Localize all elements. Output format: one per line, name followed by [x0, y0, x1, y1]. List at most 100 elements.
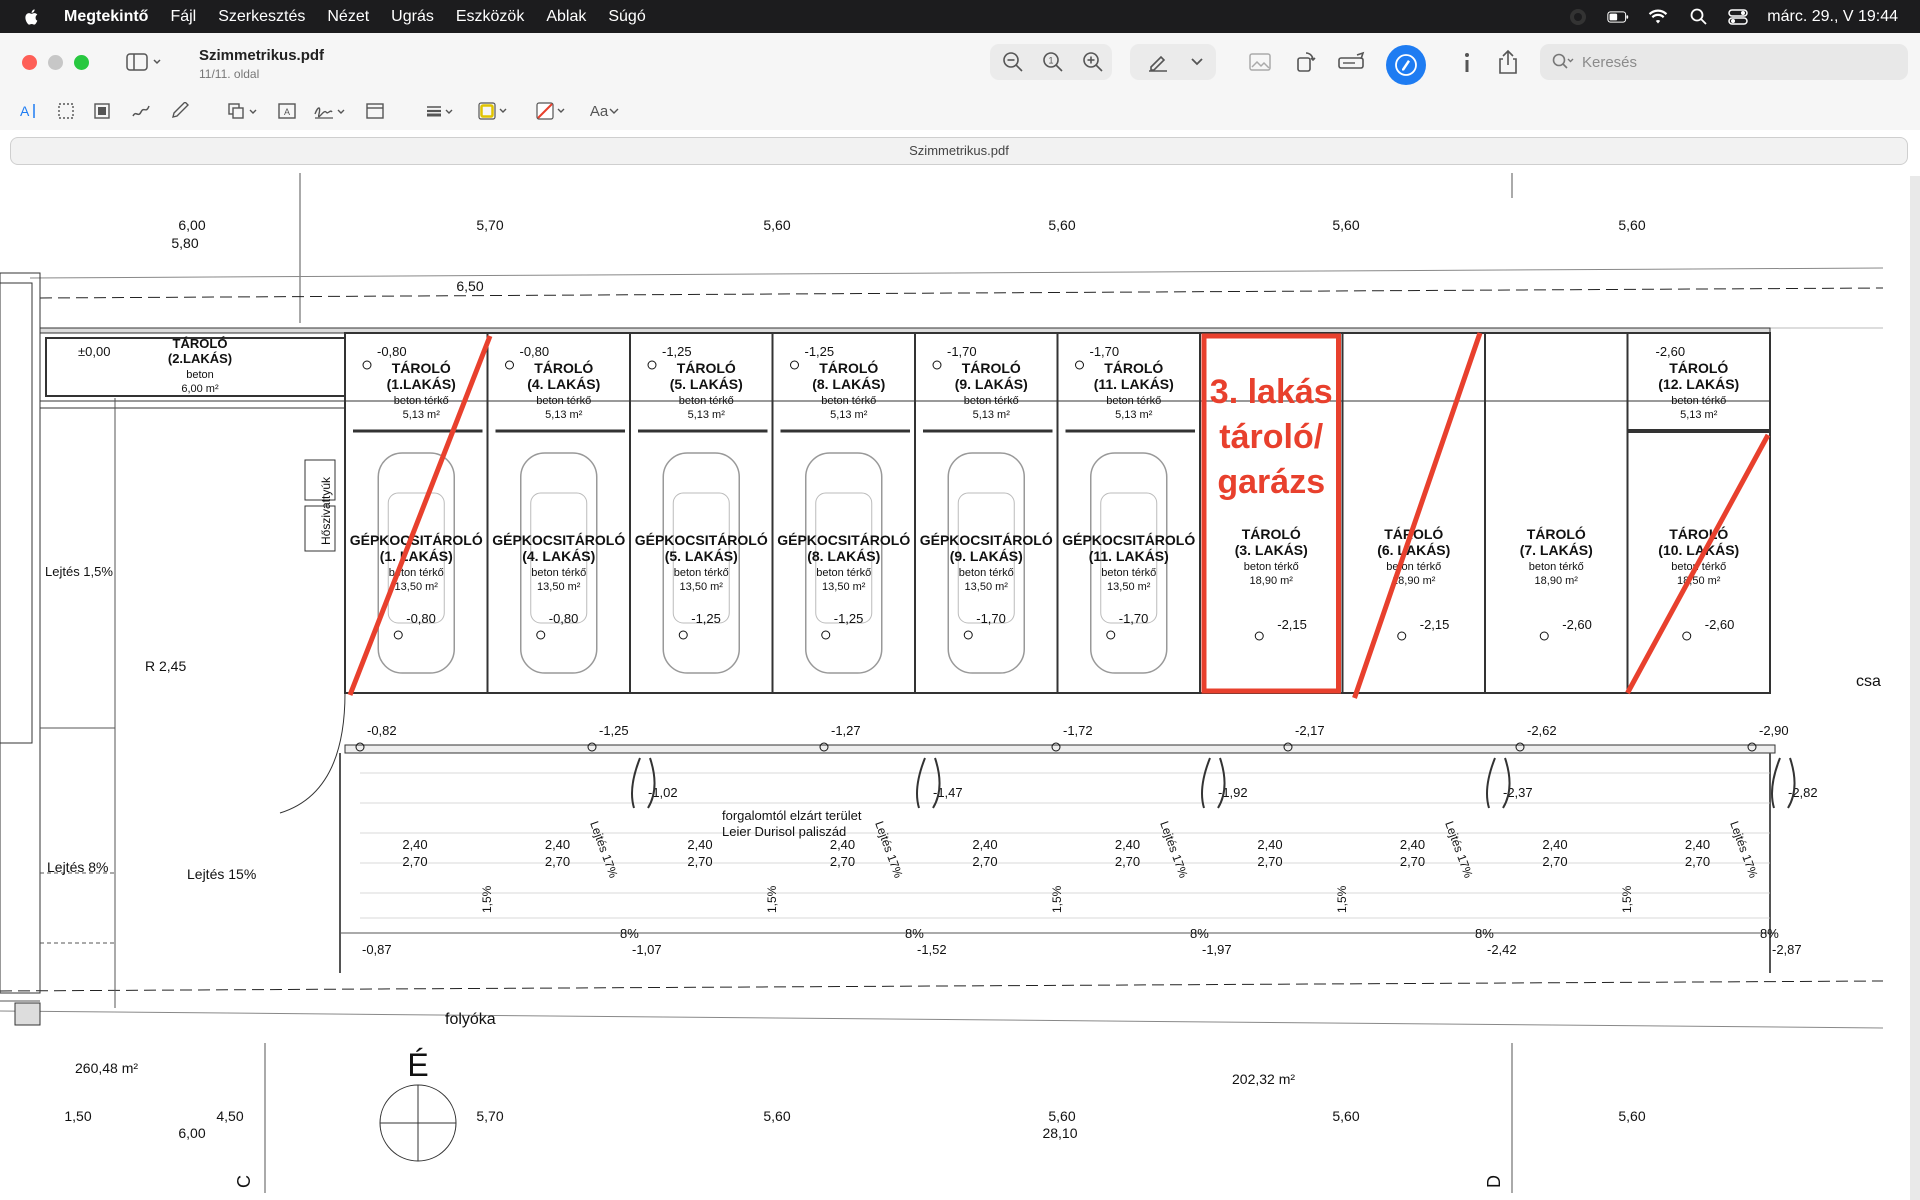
storage-flat: (5. LAKÁS)	[670, 376, 743, 392]
text-selection-tool[interactable]: A	[18, 99, 40, 123]
storage-title: TÁROLÓ	[819, 359, 878, 376]
highlight-button[interactable]	[1138, 46, 1178, 78]
status-circle-icon[interactable]	[1567, 7, 1589, 27]
vertical-scrollbar[interactable]	[1910, 176, 1920, 1200]
bottom-level: -2,87	[1772, 942, 1802, 957]
apple-icon[interactable]	[22, 7, 42, 27]
font-icon: Aa	[589, 102, 609, 120]
sketch-tool[interactable]	[130, 99, 154, 123]
dim-270: 2,70	[1257, 854, 1282, 869]
large-storage-level: -2,15	[1277, 617, 1307, 632]
bottom-left-dim-600: 6,00	[178, 1125, 205, 1141]
dim-top-570: 5,70	[476, 217, 503, 233]
document-title: Szimmetrikus.pdf	[199, 47, 325, 64]
battery-icon[interactable]	[1607, 7, 1629, 27]
shapes-tool[interactable]	[226, 99, 262, 123]
draw-tool[interactable]	[170, 99, 194, 123]
road-level: -0,82	[367, 723, 397, 738]
form-button[interactable]	[1332, 46, 1372, 78]
fill-color-tool[interactable]	[534, 99, 570, 123]
border-color-tool[interactable]	[476, 99, 512, 123]
highlight-options-button[interactable]	[1184, 46, 1210, 78]
road-level: -2,17	[1295, 723, 1325, 738]
storage-2-material: beton	[186, 369, 214, 381]
drain-inlet	[1486, 757, 1511, 809]
note-icon	[366, 103, 384, 119]
dim-270: 2,70	[1542, 854, 1567, 869]
share-button[interactable]	[1492, 46, 1524, 78]
search-icon	[1552, 53, 1574, 69]
note-tool[interactable]	[364, 99, 386, 123]
menu-view[interactable]: Nézet	[327, 8, 369, 26]
zoom-out-button[interactable]	[996, 46, 1030, 78]
storage-flat: (4. LAKÁS)	[527, 376, 600, 392]
sign-tool[interactable]	[312, 99, 350, 123]
actual-size-button[interactable]: 1	[1036, 46, 1070, 78]
search-field[interactable]	[1540, 44, 1908, 80]
garage-flat: (4. LAKÁS)	[522, 548, 595, 564]
large-storage-flat: (3. LAKÁS)	[1235, 542, 1308, 558]
garage-material: beton térkő	[531, 567, 586, 579]
wifi-icon[interactable]	[1647, 7, 1669, 27]
slope-label: 1,5%	[1050, 885, 1064, 913]
traffic-note-2: Leier Durisol paliszád	[722, 824, 846, 839]
document-tab[interactable]: Szimmetrikus.pdf	[10, 137, 1908, 165]
garage-title: GÉPKOCSITÁROLÓ	[777, 531, 910, 548]
sidebar-toggle-button[interactable]	[122, 46, 168, 78]
menu-window[interactable]: Ablak	[546, 8, 586, 26]
form-icon	[1338, 51, 1365, 69]
slope-8-label: 8%	[1190, 926, 1209, 941]
text-box-tool[interactable]: A	[276, 99, 298, 123]
spotlight-search-icon[interactable]	[1687, 7, 1709, 27]
control-center-icon[interactable]	[1727, 7, 1749, 27]
draw-icon	[172, 102, 189, 118]
menu-app-name[interactable]: Megtekintő	[64, 8, 148, 26]
menu-tools[interactable]: Eszközök	[456, 8, 524, 26]
close-window-button[interactable]	[22, 55, 37, 70]
bottom-level: -1,52	[917, 942, 947, 957]
menu-edit[interactable]: Szerkesztés	[218, 8, 305, 26]
csa-label: csa	[1856, 673, 1881, 690]
pdf-page-view[interactable]: TÁROLÓ (1.LAKÁS) beton térkő 5,13 m² -0,80 GÉ…	[0, 173, 1920, 1200]
annotation-strike	[1625, 433, 1771, 695]
bottom-level: -1,97	[1202, 942, 1232, 957]
minimize-window-button[interactable]	[48, 55, 63, 70]
menu-file[interactable]: Fájl	[170, 8, 196, 26]
storage-title: TÁROLÓ	[1104, 359, 1163, 376]
storage-12-area: 5,13 m²	[1680, 409, 1718, 421]
zoom-in-button[interactable]	[1076, 46, 1110, 78]
font-tool[interactable]: Aa	[588, 99, 622, 123]
info-button[interactable]	[1452, 46, 1482, 78]
level-marker	[393, 630, 403, 640]
road-level: -1,25	[599, 723, 629, 738]
bottom-left-dim-450: 4,50	[216, 1108, 243, 1124]
level-marker	[505, 360, 514, 370]
redact-tool[interactable]	[91, 99, 113, 123]
large-storage-material: beton térkő	[1244, 561, 1299, 573]
folyoka-label: folyóka	[445, 1011, 496, 1028]
rotate-button[interactable]	[1288, 46, 1324, 78]
storage-area: 5,13 m²	[1115, 409, 1153, 421]
lejtes-17-label: Lejtés 17%	[1727, 819, 1761, 880]
markup-toolbar-button[interactable]	[1386, 45, 1426, 85]
storage-title: TÁROLÓ	[677, 359, 736, 376]
svg-text:A: A	[284, 107, 290, 117]
architectural-floor-plan: TÁROLÓ(1.LAKÁS)beton térkő5,13 m²-0,80GÉ…	[0, 173, 1884, 1193]
dim-top-560-a: 5,60	[763, 217, 790, 233]
bottom-level: -2,42	[1487, 942, 1517, 957]
line-style-tool[interactable]	[424, 99, 458, 123]
menu-help[interactable]: Súgó	[608, 8, 645, 26]
storage-material: beton térkő	[964, 395, 1019, 407]
dim-270: 2,70	[1115, 854, 1140, 869]
zoom-window-button[interactable]	[74, 55, 89, 70]
lejtes-8-label: Lejtés 8%	[47, 859, 108, 875]
menu-go[interactable]: Ugrás	[391, 8, 434, 26]
storage-area: 5,13 m²	[688, 409, 726, 421]
slope-8-label: 8%	[905, 926, 924, 941]
search-input[interactable]	[1582, 53, 1882, 71]
storage-2-level: ±0,00	[78, 344, 110, 359]
storage-2-title: TÁROLÓ	[173, 336, 228, 351]
rect-selection-tool[interactable]	[55, 99, 77, 123]
menu-clock[interactable]: márc. 29., V 19:44	[1767, 8, 1898, 26]
image-button[interactable]	[1242, 46, 1278, 78]
